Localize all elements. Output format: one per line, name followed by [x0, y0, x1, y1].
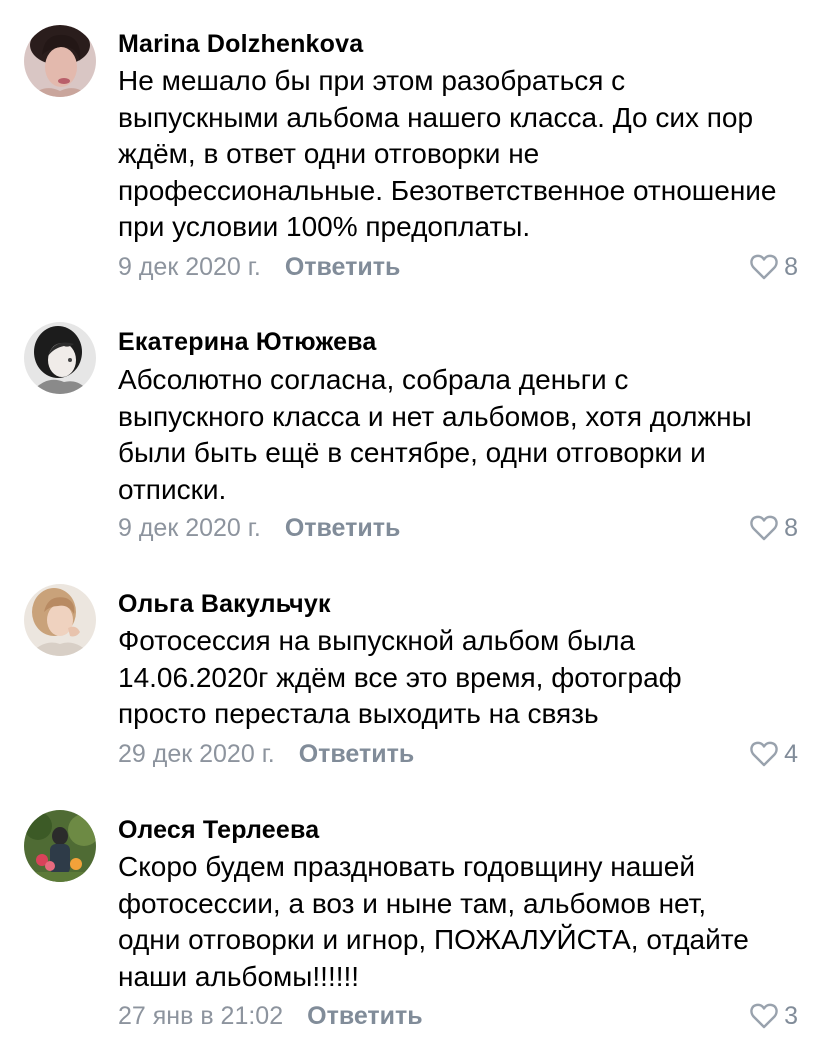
comment-text: Абсолютно согласна, собрала деньги с вып… [118, 364, 752, 505]
comment-date: 9 дек 2020 г. [118, 253, 261, 281]
avatar[interactable] [24, 810, 96, 882]
like-count: 4 [784, 739, 798, 768]
heart-icon [750, 515, 778, 541]
comment-text: Фотосессия на выпускной альбом была 14.0… [118, 625, 682, 729]
like-button[interactable]: 8 [750, 513, 798, 543]
comment-meta: 29 дек 2020 г. Ответить [118, 739, 414, 769]
reply-button[interactable]: Ответить [307, 1001, 423, 1031]
heart-icon [750, 254, 778, 280]
like-button[interactable]: 8 [750, 252, 798, 282]
reply-button[interactable]: Ответить [299, 739, 415, 769]
comment-meta: 9 дек 2020 г. Ответить [118, 252, 400, 282]
comment-date: 27 янв в 21:02 [118, 1002, 284, 1030]
comment-date: 29 дек 2020 г. [118, 740, 275, 768]
heart-icon [750, 741, 778, 767]
comment-author[interactable]: Ольга Вакульчук [118, 589, 331, 619]
like-count: 3 [784, 1001, 798, 1030]
like-count: 8 [784, 513, 798, 542]
avatar[interactable] [24, 584, 96, 656]
comment-author[interactable]: Екатерина Ютюжева [118, 327, 377, 357]
like-button[interactable]: 3 [750, 1001, 798, 1031]
comment-text: Скоро будем праздновать годовщину нашей … [118, 851, 749, 992]
reply-button[interactable]: Ответить [285, 513, 401, 543]
comment-date: 9 дек 2020 г. [118, 514, 261, 542]
heart-icon [750, 1003, 778, 1029]
comment-meta: 27 янв в 21:02 Ответить [118, 1001, 423, 1031]
comment-text: Не мешало бы при этом разобраться с выпу… [118, 65, 777, 242]
avatar[interactable] [24, 322, 96, 394]
like-count: 8 [784, 252, 798, 281]
comment-author[interactable]: Олеся Терлеева [118, 815, 319, 845]
like-button[interactable]: 4 [750, 739, 798, 769]
comment-author[interactable]: Marina Dolzhenkova [118, 29, 363, 59]
avatar[interactable] [24, 25, 96, 97]
reply-button[interactable]: Ответить [285, 252, 401, 282]
comment-meta: 9 дек 2020 г. Ответить [118, 513, 400, 543]
